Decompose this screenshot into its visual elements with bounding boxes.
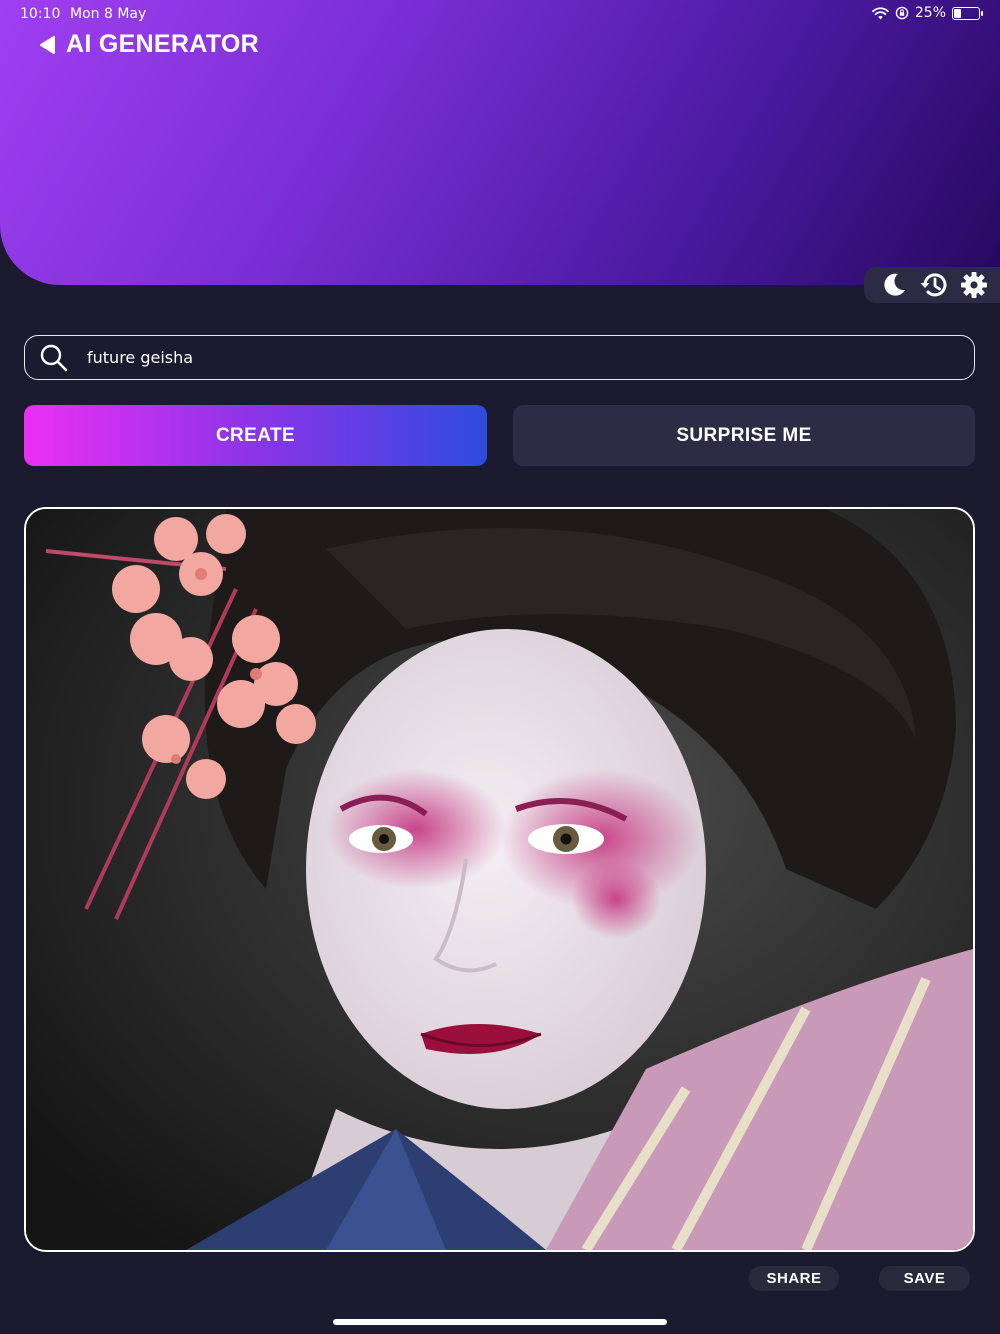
status-bar: 10:10 Mon 8 May 25% (0, 0, 1000, 28)
save-button[interactable]: SAVE (879, 1266, 970, 1291)
settings-button[interactable] (958, 269, 990, 301)
battery-percent: 25% (914, 5, 946, 21)
back-arrow-icon (40, 35, 55, 54)
search-bar[interactable] (24, 335, 975, 380)
home-indicator[interactable] (333, 1319, 667, 1325)
gear-icon (961, 272, 987, 298)
orientation-lock-icon (895, 6, 909, 20)
dark-mode-button[interactable] (878, 269, 910, 301)
surprise-me-button[interactable]: SURPRISE ME (513, 405, 975, 466)
history-icon (920, 273, 947, 297)
battery-icon (952, 6, 983, 20)
search-icon (40, 344, 68, 371)
status-right: 25% (871, 5, 983, 21)
status-date: Mon 8 May (70, 6, 147, 22)
battery-fill (954, 8, 961, 18)
toolbar (864, 267, 1000, 303)
history-button[interactable] (918, 269, 950, 301)
header-banner: 10:10 Mon 8 May 25% AI GENERATOR (0, 0, 1000, 285)
status-time: 10:10 (20, 6, 61, 22)
generated-image-illustration (26, 509, 973, 1250)
app-screen: 10:10 Mon 8 May 25% AI GENERATOR future … (0, 0, 1000, 1334)
share-button[interactable]: SHARE (749, 1266, 839, 1291)
create-button[interactable]: CREATE (24, 405, 487, 466)
page-title: AI GENERATOR (66, 30, 259, 58)
back-button[interactable]: AI GENERATOR (38, 30, 259, 59)
search-input[interactable] (87, 336, 974, 379)
moon-icon (884, 273, 905, 296)
wifi-icon (871, 6, 889, 19)
generated-image (24, 507, 975, 1252)
